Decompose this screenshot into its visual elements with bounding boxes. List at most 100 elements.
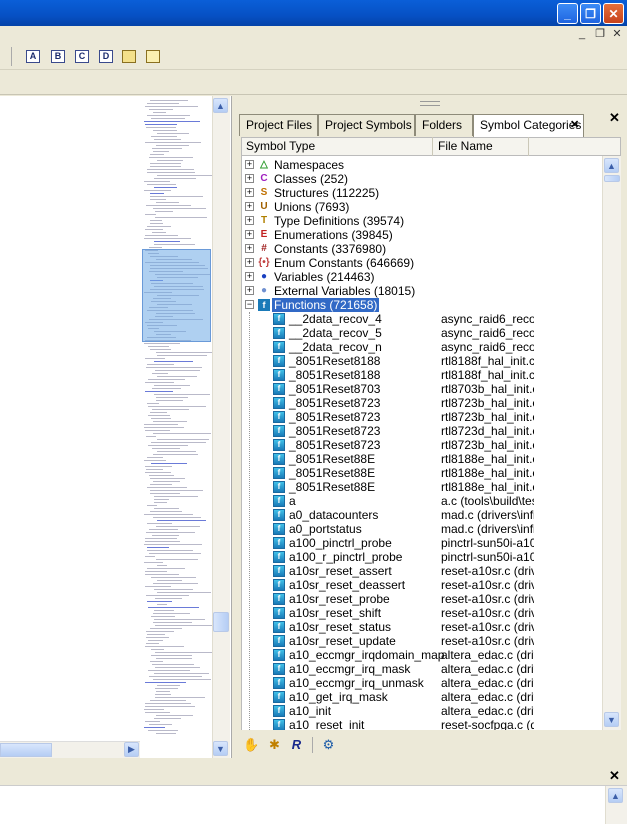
expand-icon[interactable]: + [245, 258, 254, 267]
editor-vertical-scrollbar[interactable] [212, 96, 230, 758]
function-row[interactable]: f _8051Reset8723 rtl8723d_hal_init.c [242, 424, 602, 438]
mdi-restore-button[interactable]: ❐ [592, 27, 608, 41]
symbol-tree[interactable]: + △ Namespaces + C Classes (252) + S Structures … [241, 156, 602, 730]
function-row[interactable]: f __2data_recov_5 async_raid6_recov [242, 326, 602, 340]
horizontal-scroll-thumb[interactable] [0, 743, 52, 757]
function-row[interactable]: f __2data_recov_4 async_raid6_recov [242, 312, 602, 326]
bookmark-a-button[interactable]: A [26, 50, 40, 63]
function-row[interactable]: f _8051Reset8723 rtl8723b_hal_init.c [242, 410, 602, 424]
function-row[interactable]: f a10_reset_init reset-socfpga.c (dri [242, 718, 602, 730]
overview-code-line [145, 703, 191, 704]
expand-icon[interactable]: + [245, 244, 254, 253]
tree-category-row[interactable]: + S Structures (112225) [242, 186, 602, 200]
scroll-down-button[interactable]: ▼ [604, 712, 619, 727]
tree-category-row[interactable]: + ● External Variables (18015) [242, 284, 602, 298]
settings-button[interactable]: ⚙ [320, 736, 337, 753]
tab-project-symbols[interactable]: Project Symbols [318, 114, 415, 136]
function-row[interactable]: f a10sr_reset_probe reset-a10sr.c (drive [242, 592, 602, 606]
function-row[interactable]: f a10sr_reset_shift reset-a10sr.c (drive [242, 606, 602, 620]
expand-icon[interactable]: + [245, 272, 254, 281]
mdi-minimize-button[interactable]: _ [574, 27, 590, 41]
panel-close-button[interactable]: ✕ [609, 110, 620, 126]
notes-button[interactable] [146, 50, 160, 63]
function-row[interactable]: f _8051Reset8188 rtl8188f_hal_init.c ( [242, 368, 602, 382]
function-row[interactable]: f _8051Reset8723 rtl8723b_hal_init.c [242, 396, 602, 410]
function-row[interactable]: f _8051Reset8188 rtl8188f_hal_init.c ( [242, 354, 602, 368]
tab-symbol-categories[interactable]: Symbol Categories ✕ [473, 114, 584, 137]
function-row[interactable]: f _8051Reset88E rtl8188e_hal_init.c [242, 466, 602, 480]
function-row[interactable]: f a100_r_pinctrl_probe pinctrl-sun50i-a100 [242, 550, 602, 564]
symbol-list-scrollbar[interactable]: ▲ ▼ [602, 156, 621, 730]
external-variable-icon: ● [260, 285, 268, 296]
tab-project-files[interactable]: Project Files [239, 114, 318, 136]
scroll-up-button[interactable]: ▲ [213, 98, 228, 113]
expand-icon[interactable]: + [245, 160, 254, 169]
tree-category-row[interactable]: + U Unions (7693) [242, 200, 602, 214]
tab-close-icon[interactable]: ✕ [570, 115, 579, 135]
panel-grip[interactable] [420, 101, 440, 106]
scroll-down-button[interactable]: ▼ [213, 741, 228, 756]
list-scroll-thumb[interactable] [604, 175, 620, 182]
function-row[interactable]: f a10_init altera_edac.c (drive [242, 704, 602, 718]
tree-category-row[interactable]: + {•} Enum Constants (646669) [242, 256, 602, 270]
expand-icon[interactable]: + [245, 188, 254, 197]
expand-icon[interactable]: + [245, 202, 254, 211]
scroll-right-button[interactable]: ▶ [124, 742, 139, 757]
function-row[interactable]: f _8051Reset88E rtl8188e_hal_init.c [242, 452, 602, 466]
mdi-close-button[interactable]: ✕ [609, 27, 625, 41]
function-row[interactable]: f _8051Reset88E rtl8188e_hal_init.c [242, 480, 602, 494]
function-row[interactable]: f a10sr_reset_status reset-a10sr.c (drive [242, 620, 602, 634]
output-splitter[interactable] [0, 758, 627, 766]
tree-category-row[interactable]: + ● Variables (214463) [242, 270, 602, 284]
column-symbol-type[interactable]: Symbol Type [241, 137, 433, 156]
toolbar-grip[interactable] [0, 47, 12, 66]
function-row[interactable]: f _8051Reset8723 rtl8723b_hal_init.c [242, 438, 602, 452]
tree-category-row[interactable]: + C Classes (252) [242, 172, 602, 186]
function-row[interactable]: f a10sr_reset_deassert reset-a10sr.c (driv… [242, 578, 602, 592]
tab-folders[interactable]: Folders [415, 114, 473, 136]
tree-category-row[interactable]: + E Enumerations (39845) [242, 228, 602, 242]
close-button[interactable]: ✕ [603, 3, 624, 24]
editor-horizontal-scrollbar[interactable] [0, 741, 140, 758]
folder-button[interactable] [122, 50, 136, 63]
tree-category-row[interactable]: − f Functions (721658) [242, 298, 602, 312]
expand-icon[interactable]: + [245, 286, 254, 295]
function-row[interactable]: f a10_get_irq_mask altera_edac.c (drive [242, 690, 602, 704]
bookmark-b-button[interactable]: B [51, 50, 65, 63]
editor-scroll-thumb[interactable] [213, 612, 229, 632]
minimize-button[interactable]: _ [557, 3, 578, 24]
tree-category-row[interactable]: + △ Namespaces [242, 158, 602, 172]
function-row[interactable]: f a100_pinctrl_probe pinctrl-sun50i-a100 [242, 536, 602, 550]
bookmark-d-button[interactable]: D [99, 50, 113, 63]
function-row[interactable]: f __2data_recov_n async_raid6_recov [242, 340, 602, 354]
tree-category-row[interactable]: + T Type Definitions (39574) [242, 214, 602, 228]
function-row[interactable]: f a10_eccmgr_irq_mask altera_edac.c (drive [242, 662, 602, 676]
function-row[interactable]: f a a.c (tools\build\tes [242, 494, 602, 508]
new-symbol-button[interactable]: ✱ [266, 736, 283, 753]
bookmark-c-button[interactable]: C [75, 50, 89, 63]
overview-viewport-highlight[interactable] [142, 249, 211, 342]
tree-category-row[interactable]: + # Constants (3376980) [242, 242, 602, 256]
expand-icon[interactable]: + [245, 216, 254, 225]
scroll-up-button[interactable]: ▲ [604, 158, 619, 173]
toolbar [0, 44, 627, 70]
function-row[interactable]: f a10_eccmgr_irqdomain_map altera_edac.c (… [242, 648, 602, 662]
function-row[interactable]: f a10_eccmgr_irq_unmask altera_edac.c (dri… [242, 676, 602, 690]
function-row[interactable]: f _8051Reset8703 rtl8703b_hal_init.c [242, 382, 602, 396]
output-pane[interactable] [0, 786, 627, 824]
column-file-name[interactable]: File Name [433, 137, 529, 156]
function-row[interactable]: f a0_portstatus mad.c (drivers\infin [242, 522, 602, 536]
output-close-button[interactable]: ✕ [609, 768, 620, 784]
r-button[interactable]: R [288, 736, 305, 753]
function-row[interactable]: f a10sr_reset_assert reset-a10sr.c (drive [242, 564, 602, 578]
code-overview-map[interactable] [140, 96, 214, 741]
function-row[interactable]: f a0_datacounters mad.c (drivers\infin [242, 508, 602, 522]
scroll-up-button[interactable]: ▲ [608, 788, 623, 803]
output-scrollbar[interactable]: ▲ [605, 786, 627, 824]
expand-icon[interactable]: + [245, 230, 254, 239]
expand-icon[interactable]: + [245, 174, 254, 183]
function-row[interactable]: f a10sr_reset_update reset-a10sr.c (drive [242, 634, 602, 648]
restore-button[interactable]: ❐ [580, 3, 601, 24]
hand-button[interactable]: ✋ [243, 736, 260, 753]
collapse-icon[interactable]: − [245, 300, 254, 309]
